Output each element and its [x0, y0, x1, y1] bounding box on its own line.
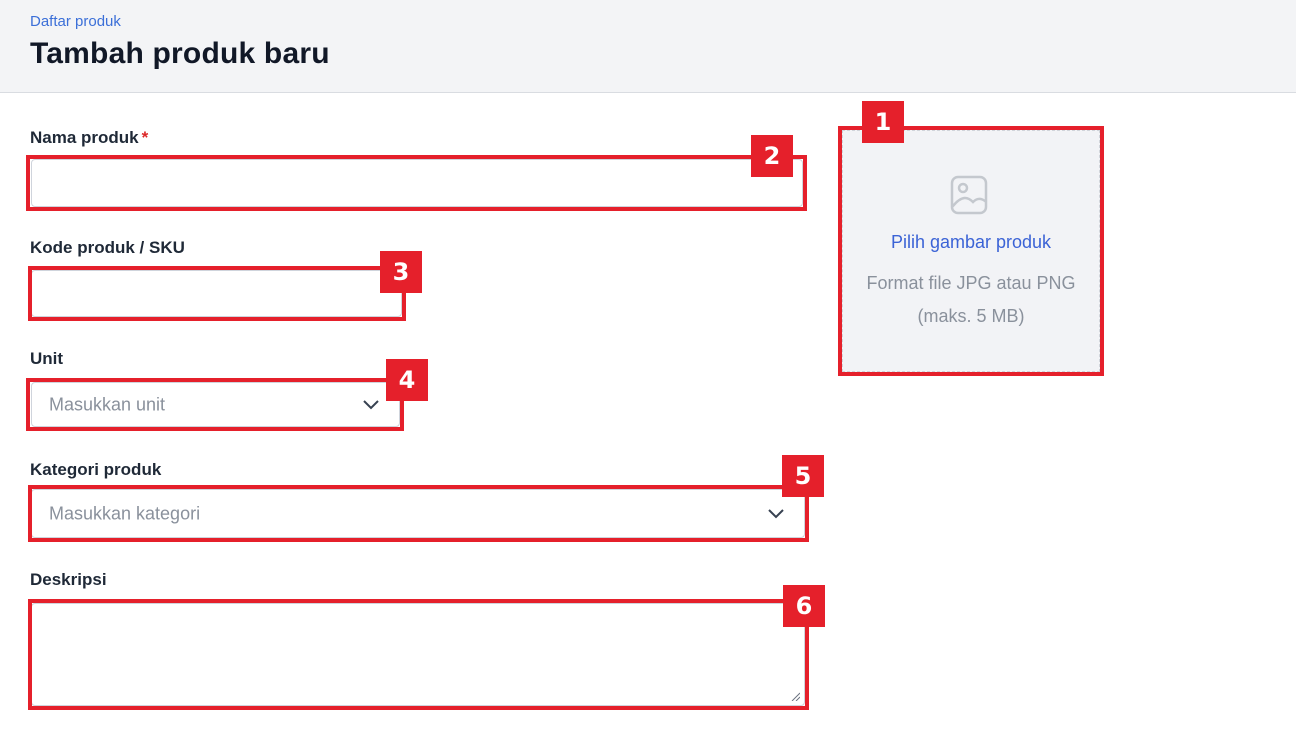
- image-upload-dropzone[interactable]: Pilih gambar produk Format file JPG atau…: [842, 130, 1100, 372]
- breadcrumb-link[interactable]: Daftar produk: [30, 13, 121, 30]
- chevron-down-icon: [768, 508, 784, 518]
- annotation-badge-2: 2: [751, 135, 793, 177]
- image-format-hint: Format file JPG atau PNG (maks. 5 MB): [866, 273, 1076, 326]
- annotation-badge-4: 4: [386, 359, 428, 401]
- product-name-field[interactable]: [31, 159, 803, 207]
- sku-input[interactable]: [32, 271, 401, 316]
- category-select-placeholder: Masukkan kategori: [49, 503, 201, 523]
- chevron-down-icon: [363, 399, 379, 409]
- annotation-badge-3: 3: [380, 251, 422, 293]
- description-label: Deskripsi: [30, 570, 107, 589]
- product-name-input[interactable]: [32, 160, 802, 206]
- annotation-badge-6: 6: [783, 585, 825, 627]
- sku-label: Kode produk / SKU: [30, 238, 185, 257]
- required-star: *: [141, 128, 149, 147]
- description-field[interactable]: [31, 603, 805, 706]
- choose-image-link[interactable]: Pilih gambar produk: [843, 232, 1099, 253]
- product-name-label: Nama produk *: [30, 128, 148, 148]
- sku-field[interactable]: [31, 270, 402, 317]
- unit-select-placeholder: Masukkan unit: [49, 394, 166, 414]
- annotation-badge-5: 5: [782, 455, 824, 497]
- unit-label: Unit: [30, 349, 64, 368]
- unit-select[interactable]: Masukkan unit: [31, 382, 400, 427]
- page-header: Daftar produk Tambah produk baru: [0, 0, 1296, 93]
- product-name-label-text: Nama produk: [30, 128, 139, 147]
- page-title: Tambah produk baru: [30, 37, 330, 70]
- annotation-badge-1: 1: [862, 101, 904, 143]
- image-icon: [950, 175, 988, 215]
- category-label: Kategori produk: [30, 460, 162, 479]
- category-select[interactable]: Masukkan kategori: [31, 489, 805, 538]
- description-textarea[interactable]: [32, 604, 804, 705]
- resize-grip-icon[interactable]: [790, 691, 800, 701]
